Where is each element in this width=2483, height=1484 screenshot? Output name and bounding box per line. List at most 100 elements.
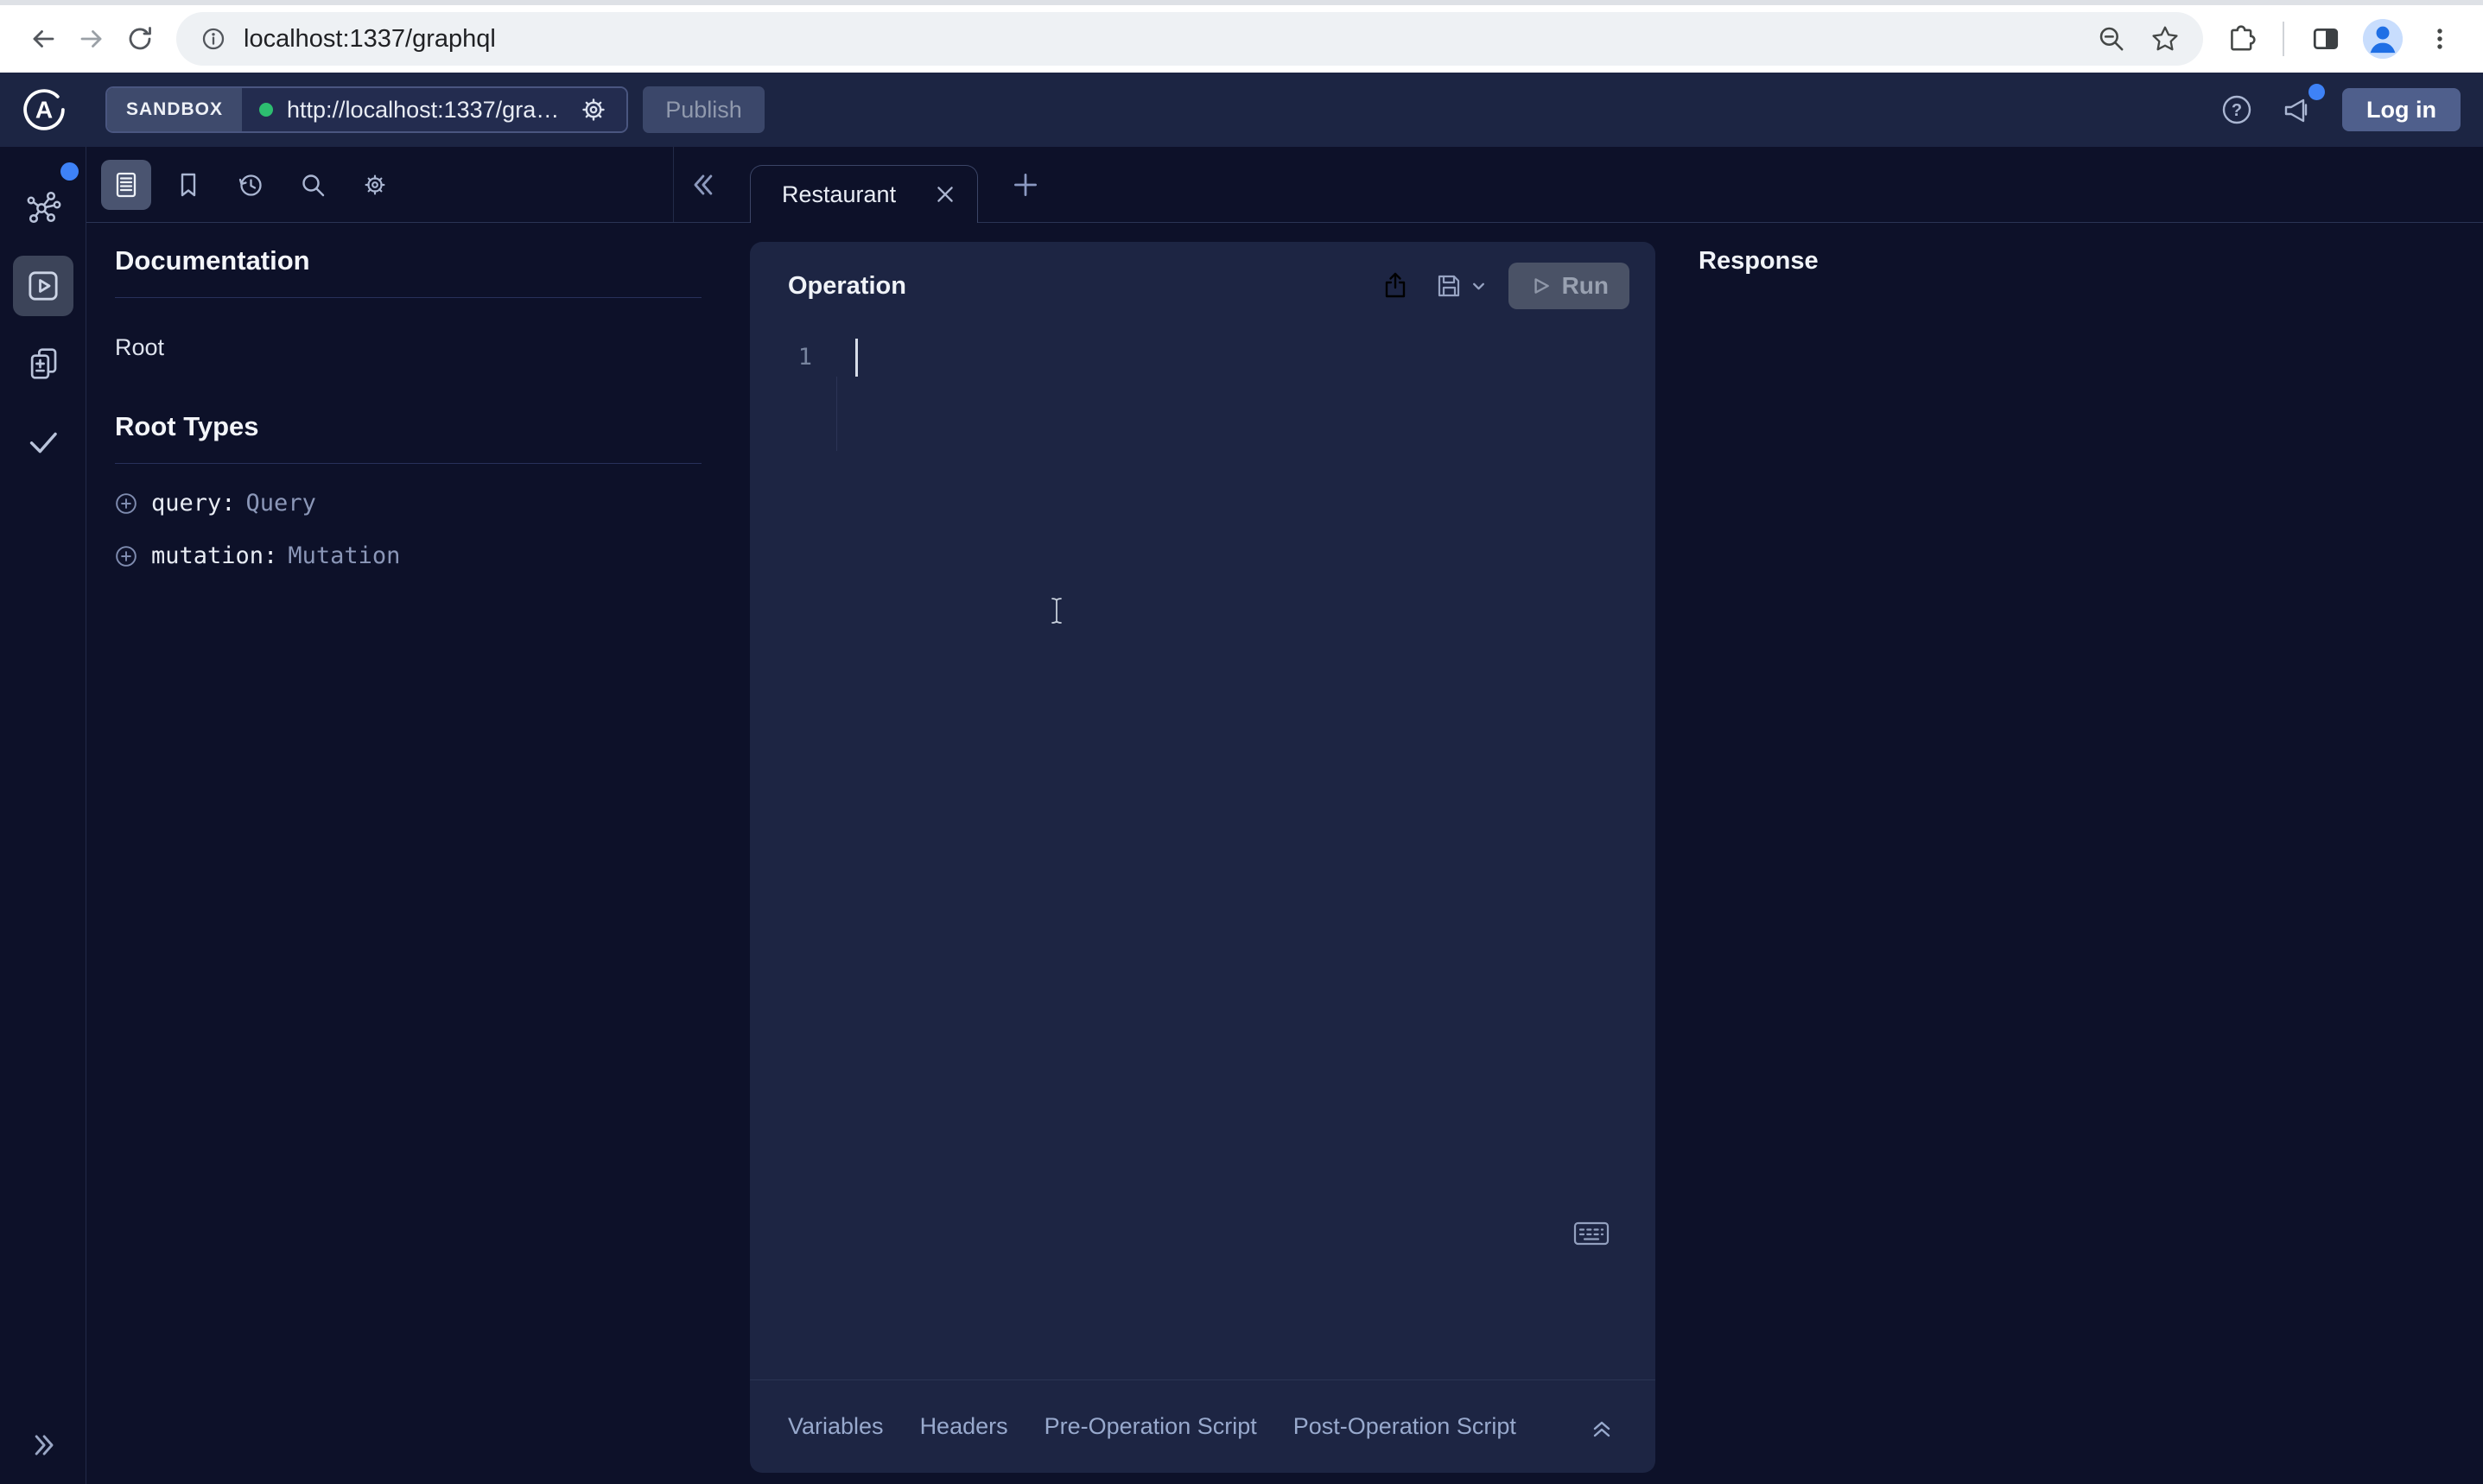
run-label: Run [1562,272,1609,300]
profile-button[interactable] [2359,15,2407,63]
svg-text:?: ? [2232,101,2242,120]
zoom-out-indicator-icon[interactable] [2096,23,2127,54]
rail-item-schema[interactable] [13,178,73,238]
field-type[interactable]: Mutation [288,542,400,569]
tab-restaurant[interactable]: Restaurant [750,165,978,223]
docs-tool-history[interactable] [225,160,276,210]
browser-menu-button[interactable] [2416,15,2464,63]
forward-icon [77,24,106,54]
profile-avatar-icon [2363,19,2403,59]
docs-tool-settings[interactable] [350,160,400,210]
back-icon [29,24,58,54]
keyboard-shortcuts-button[interactable] [1572,1219,1610,1248]
reload-icon [125,24,155,54]
connection-settings-gear-icon[interactable] [578,94,609,125]
documentation-icon [111,170,141,200]
chevrons-right-icon [27,1429,60,1462]
side-panel-button[interactable] [2302,15,2350,63]
extensions-button[interactable] [2217,15,2265,63]
tab-strip: Restaurant [674,147,2483,222]
changes-diff-icon [25,346,61,382]
tab-pre-operation-script[interactable]: Pre-Operation Script [1045,1413,1257,1440]
field-name[interactable]: mutation: [151,542,277,569]
tab-headers[interactable]: Headers [920,1413,1008,1440]
collapse-docs-button[interactable] [688,168,721,201]
rail-item-changes[interactable] [13,333,73,394]
bookmark-star-icon[interactable] [2150,23,2181,54]
address-url[interactable]: localhost:1337/graphql [244,25,2096,54]
kebab-menu-icon [2425,24,2454,54]
screen: localhost:1337/graphql [0,0,2483,1484]
documentation-panel: Documentation Root Root Types query: Quer… [86,223,748,1484]
site-info-icon[interactable] [199,24,228,54]
expand-rail-button[interactable] [27,1429,60,1462]
docs-toolbar [86,147,674,222]
expand-footer-button[interactable] [1588,1413,1616,1441]
plus-circle-icon[interactable] [115,492,137,515]
toolbar-separator [2283,22,2284,56]
announcements-button[interactable] [2280,91,2318,129]
share-operation-button[interactable] [1380,270,1411,301]
sandbox-chip: SANDBOX [107,88,242,131]
checkmark-icon [24,422,62,460]
line-number: 1 [798,344,812,371]
tab-label: Restaurant [782,181,913,208]
close-icon [934,183,956,206]
login-button[interactable]: Log in [2342,88,2461,131]
workspace: Restaurant [0,147,2483,1484]
publish-button[interactable]: Publish [643,86,765,133]
header-right-actions: ? Log in [2218,88,2461,131]
extensions-puzzle-icon [2226,23,2257,54]
docs-tool-search[interactable] [288,160,338,210]
toolbar-row: Restaurant [86,147,2483,223]
close-tab-button[interactable] [934,183,956,206]
field-name[interactable]: query: [151,490,236,517]
chevron-down-icon [1471,279,1486,294]
address-bar[interactable]: localhost:1337/graphql [176,12,2203,66]
tab-variables[interactable]: Variables [788,1413,884,1440]
run-button[interactable]: Run [1508,263,1629,309]
root-types-title: Root Types [115,411,702,442]
content-row: Documentation Root Root Types query: Quer… [86,223,2483,1484]
plus-circle-icon[interactable] [115,545,137,568]
browser-actions [2217,15,2464,63]
rail-item-checks[interactable] [13,411,73,472]
apollo-header: A SANDBOX http://localhost:1337/gra… Pub… [0,73,2483,147]
save-icon [1433,270,1464,301]
browser-forward-button[interactable] [67,15,116,63]
gear-icon [360,170,390,200]
root-type-row-mutation[interactable]: mutation: Mutation [115,542,702,569]
plus-icon [1009,168,1042,201]
endpoint-url-text[interactable]: http://localhost:1337/gra… [287,97,559,124]
sandbox-label: SANDBOX [126,99,223,120]
response-panel: Response [1655,223,2483,1484]
docs-tool-saved[interactable] [163,160,213,210]
operation-editor[interactable]: 1 [750,309,1655,1379]
browser-reload-button[interactable] [116,15,164,63]
field-type[interactable]: Query [246,490,316,517]
apollo-logo-icon[interactable]: A [22,88,66,131]
root-type-row-query[interactable]: query: Query [115,490,702,517]
save-operation-button[interactable] [1433,270,1486,301]
divider [115,463,702,464]
share-icon [1380,270,1411,301]
documentation-title: Documentation [115,245,702,276]
schema-graph-icon [24,189,62,227]
help-button[interactable]: ? [2218,91,2256,129]
tab-post-operation-script[interactable]: Post-Operation Script [1293,1413,1516,1440]
endpoint-url-input[interactable]: http://localhost:1337/gra… [242,88,626,131]
rail-item-explorer[interactable] [13,256,73,316]
search-icon [298,170,327,200]
run-play-icon [1529,275,1552,297]
line-number-gutter: 1 [750,339,836,1379]
new-tab-button[interactable] [1009,168,1042,201]
docs-tool-documentation[interactable] [101,160,151,210]
text-caret [855,339,858,377]
browser-back-button[interactable] [19,15,67,63]
root-link[interactable]: Root [115,334,164,361]
announcements-badge [2308,84,2325,100]
side-panel-icon [2310,23,2341,54]
operation-header: Operation [750,242,1655,309]
history-clock-icon [236,170,265,200]
browser-toolbar: localhost:1337/graphql [0,0,2483,73]
